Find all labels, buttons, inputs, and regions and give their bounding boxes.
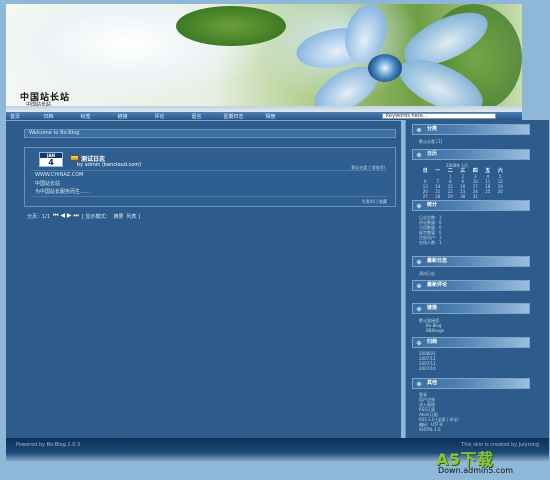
sidebar-latest-item[interactable]: 测试日志	[419, 271, 435, 276]
post-footer-links[interactable]: 引用(0) | 收藏	[361, 199, 387, 205]
post-day: 4	[48, 158, 54, 167]
folder-icon	[70, 155, 79, 161]
header-banner: 中国站长站 中国站长站	[6, 4, 522, 112]
divider	[31, 170, 387, 171]
sidebar-stats-item: 在线人数：1	[419, 240, 442, 245]
calendar-day[interactable]	[482, 194, 495, 199]
view-list-link[interactable]: 列表 ]	[126, 213, 140, 220]
calendar-grid: 日 一 二 三 四 五 六 1 2 3 4 5 6 7 8 9 10 11 12…	[419, 169, 519, 200]
sidebar-head-categories[interactable]: 分类	[412, 124, 530, 135]
post-body-line: 中国站长站	[35, 181, 61, 187]
calendar-week-row: 27 28 29 30 31	[419, 194, 519, 199]
nav-item-home[interactable]: 首页	[6, 113, 30, 120]
sidebar-head-links[interactable]: 链接	[412, 303, 530, 314]
search-input[interactable]: Keywords here...	[382, 113, 496, 119]
post-author[interactable]: by admin (bencloud.com)	[77, 162, 141, 168]
calendar-day[interactable]: 30	[457, 194, 470, 199]
flower-center	[368, 54, 402, 82]
pagination: 分页：1/1 ⏮ ◀ ▶ ⏭ [ 显示模式： 摘要 列表 ]	[27, 212, 140, 220]
page-label: 分页：1/1	[27, 213, 51, 220]
nav-item-comments[interactable]: 评论	[141, 113, 178, 120]
sidebar-head-archive[interactable]: 归档	[412, 337, 530, 348]
sidebar-head-other[interactable]: 其他	[412, 378, 530, 389]
sidebar-head-comments[interactable]: 最新评论	[412, 280, 530, 291]
nav-item-guestbook[interactable]: 留言	[178, 113, 215, 120]
watermark-url: Down.admin5.com	[438, 466, 513, 475]
post-date-badge: JAN 4	[39, 152, 63, 167]
footer-powered-by[interactable]: Powered by Bo-Blog 2.0.3	[16, 442, 80, 448]
sidebar-categories-item[interactable]: 默认分类 [1]	[419, 139, 442, 144]
main-nav: 首页 归档 标签 链接 评论 留言 星期日志 相册 Keywords here.…	[6, 112, 522, 120]
sidebar-links-item[interactable]: BBRouge	[426, 328, 444, 333]
sidebar-other-item[interactable]: XHTML 1.0	[419, 427, 441, 432]
sidebar-head-calendar[interactable]: 日历	[412, 149, 530, 160]
main-content: Welcome to Bo-Blog. JAN 4 测试日志 by admin …	[6, 120, 401, 438]
calendar-day[interactable]	[494, 194, 507, 199]
view-mode-label: [ 显示模式：	[81, 213, 111, 220]
sidebar-head-latest[interactable]: 最新日志	[412, 256, 530, 267]
sidebar-head-stats[interactable]: 统计	[412, 200, 530, 211]
nav-item-gallery[interactable]: 相册	[252, 113, 289, 120]
nav-item-links[interactable]: 链接	[104, 113, 141, 120]
post-body-line: 为中国站长服务而生……	[35, 189, 91, 195]
nav-item-archive[interactable]: 归档	[30, 113, 67, 120]
sidebar-archive-item[interactable]: 2007/10	[419, 366, 436, 371]
view-summary-link[interactable]: 摘要	[113, 213, 123, 220]
leaf-decoration	[176, 6, 286, 46]
blog-post: JAN 4 测试日志 by admin (bencloud.com) 默认分类 …	[24, 147, 396, 207]
calendar-day[interactable]: 28	[432, 194, 445, 199]
page-arrows-icon[interactable]: ⏮ ◀ ▶ ⏭	[53, 212, 79, 220]
post-body-line: WWW.CHINAZ.COM	[35, 172, 84, 178]
divider	[31, 196, 387, 197]
nav-item-tags[interactable]: 标签	[67, 113, 104, 120]
calendar-day[interactable]: 29	[444, 194, 457, 199]
welcome-message: Welcome to Bo-Blog.	[24, 129, 396, 138]
calendar-day[interactable]: 27	[419, 194, 432, 199]
sidebar: 分类 默认分类 [1] 日历 2008年 1月 日 一 二 三 四 五 六 1 …	[405, 120, 549, 438]
calendar-day[interactable]: 31	[469, 194, 482, 199]
nav-item-star-log[interactable]: 星期日志	[215, 113, 252, 120]
